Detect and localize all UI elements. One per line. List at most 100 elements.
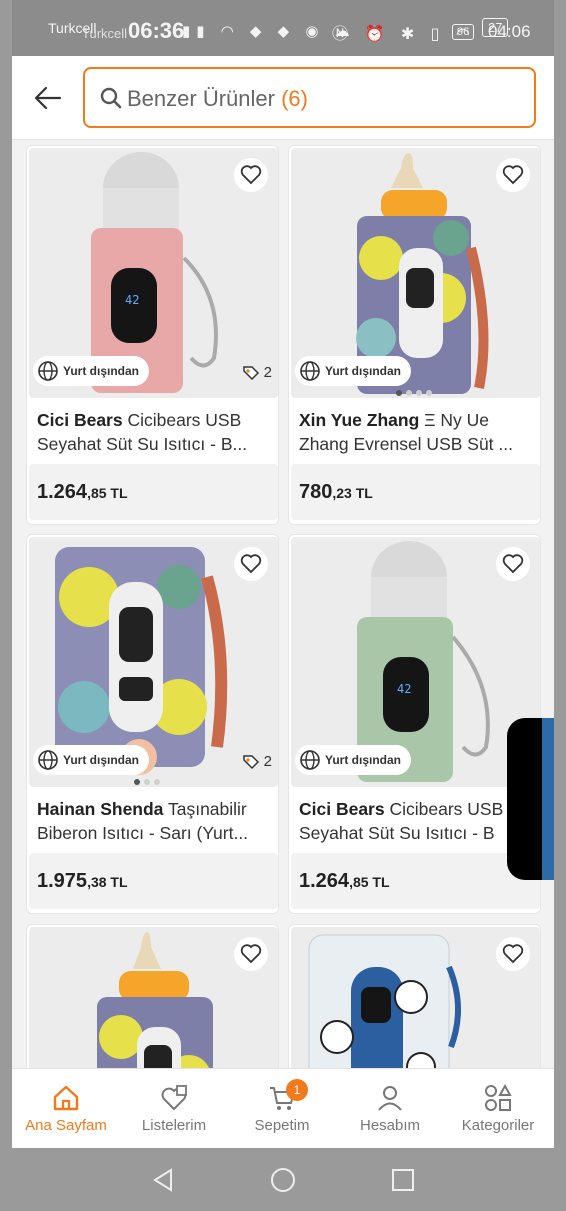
product-title[interactable]: Cici Bears Cicibears USB Seyahat Süt Su …: [37, 408, 273, 456]
status-time-large: 06:36: [128, 18, 185, 43]
favorite-button[interactable]: [234, 158, 268, 192]
product-image[interactable]: [29, 927, 278, 1072]
top-header: Benzer Ürünler (6): [12, 56, 554, 140]
image-pagination-dots[interactable]: [396, 390, 432, 396]
nav-categories[interactable]: Kategoriler: [444, 1069, 552, 1149]
origin-label: Yurt dışından: [63, 364, 140, 378]
product-title-line2: Biberon Isıtıcı - Sarı (Yurt...: [37, 823, 249, 843]
price-box: 1.975,38 TL: [29, 853, 278, 909]
nav-lists[interactable]: Listelerim: [120, 1069, 228, 1149]
product-brand: Hainan Shenda: [37, 799, 164, 819]
product-image[interactable]: Yurt dışından: [291, 148, 540, 398]
recents-square-icon[interactable]: [389, 1166, 417, 1194]
price-rest: ,85 TL: [87, 485, 128, 501]
origin-badge: Yurt dışından: [33, 356, 150, 386]
product-title-rest: Cicibears USB: [389, 799, 504, 819]
favorite-button[interactable]: [234, 547, 268, 581]
price-main: 1.264: [37, 481, 88, 503]
nav-categories-label: Kategoriler: [461, 1117, 535, 1134]
origin-label: Yurt dışından: [325, 364, 402, 378]
product-card[interactable]: [26, 924, 279, 1072]
origin-label: Yurt dışından: [63, 753, 140, 767]
variant-count: 2: [241, 362, 272, 382]
product-card[interactable]: Yurt dışından Xin Yue Zhang Ξ Ny Ue Zhan…: [288, 145, 541, 525]
variant-tag-icon: [242, 366, 259, 381]
product-image[interactable]: [291, 927, 540, 1072]
variant-count: 2: [241, 751, 272, 771]
globe-icon: [38, 361, 58, 381]
floating-side-widget[interactable]: [507, 718, 554, 880]
price-main: 1.264: [299, 870, 350, 892]
pagination-dot[interactable]: [426, 390, 432, 396]
price-box: 1.264,85 TL: [29, 464, 278, 520]
product-image[interactable]: 42 Yurt dışından: [291, 537, 540, 787]
product-card[interactable]: Yurt dışından 2 Hainan Shenda Taşınabili…: [26, 534, 279, 914]
system-navigation-bar: [12, 1148, 554, 1211]
pagination-dot[interactable]: [416, 390, 422, 396]
origin-badge: Yurt dışından: [295, 745, 412, 775]
pagination-dot[interactable]: [406, 390, 412, 396]
favorite-button[interactable]: [496, 547, 530, 581]
search-input[interactable]: Benzer Ürünler (6): [83, 67, 536, 128]
product-brand: Xin Yue Zhang: [299, 410, 420, 430]
price-main: 1.975: [37, 870, 88, 892]
search-query-text: Benzer Ürünler: [127, 86, 275, 111]
product-image[interactable]: 42 Yurt dışından 2: [29, 148, 278, 398]
categories-icon: [485, 1083, 512, 1111]
product-card[interactable]: 42 Yurt dışından Cici Bears Cicibears US…: [288, 534, 541, 914]
product-title[interactable]: Cici Bears Cicibears USB Seyahat Süt Su …: [299, 797, 535, 845]
product-brand: Cici Bears: [299, 799, 385, 819]
home-circle-icon[interactable]: [269, 1166, 297, 1194]
pagination-dot[interactable]: [144, 779, 150, 785]
heart-icon: [240, 554, 262, 574]
product-title[interactable]: Hainan Shenda Taşınabilir Biberon Isıtıc…: [37, 797, 273, 845]
bottom-navigation: Ana Sayfam Listelerim 1 Sepetim Hesabım …: [12, 1068, 554, 1148]
price-rest: ,38 TL: [87, 874, 128, 890]
product-card[interactable]: [288, 924, 541, 1072]
origin-label: Yurt dışından: [325, 753, 402, 767]
product-price: 1.264,85 TL: [299, 870, 390, 893]
nav-cart[interactable]: 1 Sepetim: [228, 1069, 336, 1149]
favorite-button[interactable]: [496, 158, 530, 192]
list-heart-icon: [161, 1085, 187, 1111]
product-brand: Cici Bears: [37, 410, 123, 430]
pagination-dot[interactable]: [396, 390, 402, 396]
home-icon: [53, 1085, 79, 1111]
nav-home[interactable]: Ana Sayfam: [12, 1069, 120, 1149]
price-rest: ,85 TL: [349, 874, 390, 890]
back-arrow-icon[interactable]: [32, 82, 64, 114]
origin-badge: Yurt dışından: [295, 356, 412, 386]
search-result-count: (6): [281, 86, 308, 111]
back-triangle-icon[interactable]: [149, 1166, 177, 1194]
product-price: 1.975,38 TL: [37, 870, 128, 893]
svg-text:42: 42: [125, 293, 139, 307]
svg-text:42: 42: [397, 682, 411, 696]
origin-badge: Yurt dışından: [33, 745, 150, 775]
pagination-dot[interactable]: [154, 779, 160, 785]
nav-cart-label: Sepetim: [254, 1117, 310, 1134]
image-pagination-dots[interactable]: [134, 779, 160, 785]
side-widget-preview: [542, 718, 554, 880]
price-box: 1.264,85 TL: [291, 853, 540, 909]
favorite-button[interactable]: [496, 937, 530, 971]
app-frame: Turkcell Turkcell 06:36 ▮▮ ◠ ◆ ◆ ◉ ☁ Ⓝ ⏰…: [12, 0, 554, 1211]
product-title[interactable]: Xin Yue Zhang Ξ Ny Ue Zhang Evrensel USB…: [299, 408, 535, 456]
heart-icon: [502, 554, 524, 574]
product-image[interactable]: Yurt dışından 2: [29, 537, 278, 787]
nav-lists-label: Listelerim: [141, 1117, 207, 1134]
product-title-rest: Taşınabilir: [167, 799, 247, 819]
nav-account[interactable]: Hesabım: [336, 1069, 444, 1149]
price-box: 780,23 TL: [291, 464, 540, 520]
product-price: 780,23 TL: [299, 481, 373, 504]
globe-icon: [38, 750, 58, 770]
nav-account-label: Hesabım: [359, 1117, 421, 1134]
search-query: Benzer Ürünler (6): [127, 86, 308, 112]
price-rest: ,23 TL: [332, 485, 373, 501]
product-card[interactable]: 42 Yurt dışından 2 Cici Bears Cicibears …: [26, 145, 279, 525]
pagination-dot[interactable]: [134, 779, 140, 785]
heart-icon: [502, 944, 524, 964]
variant-count-value: 2: [263, 752, 272, 770]
favorite-button[interactable]: [234, 937, 268, 971]
carrier-label-secondary: Turkcell: [82, 26, 128, 41]
product-grid: 42 Yurt dışından 2 Cici Bears Cicibears …: [12, 142, 554, 1072]
